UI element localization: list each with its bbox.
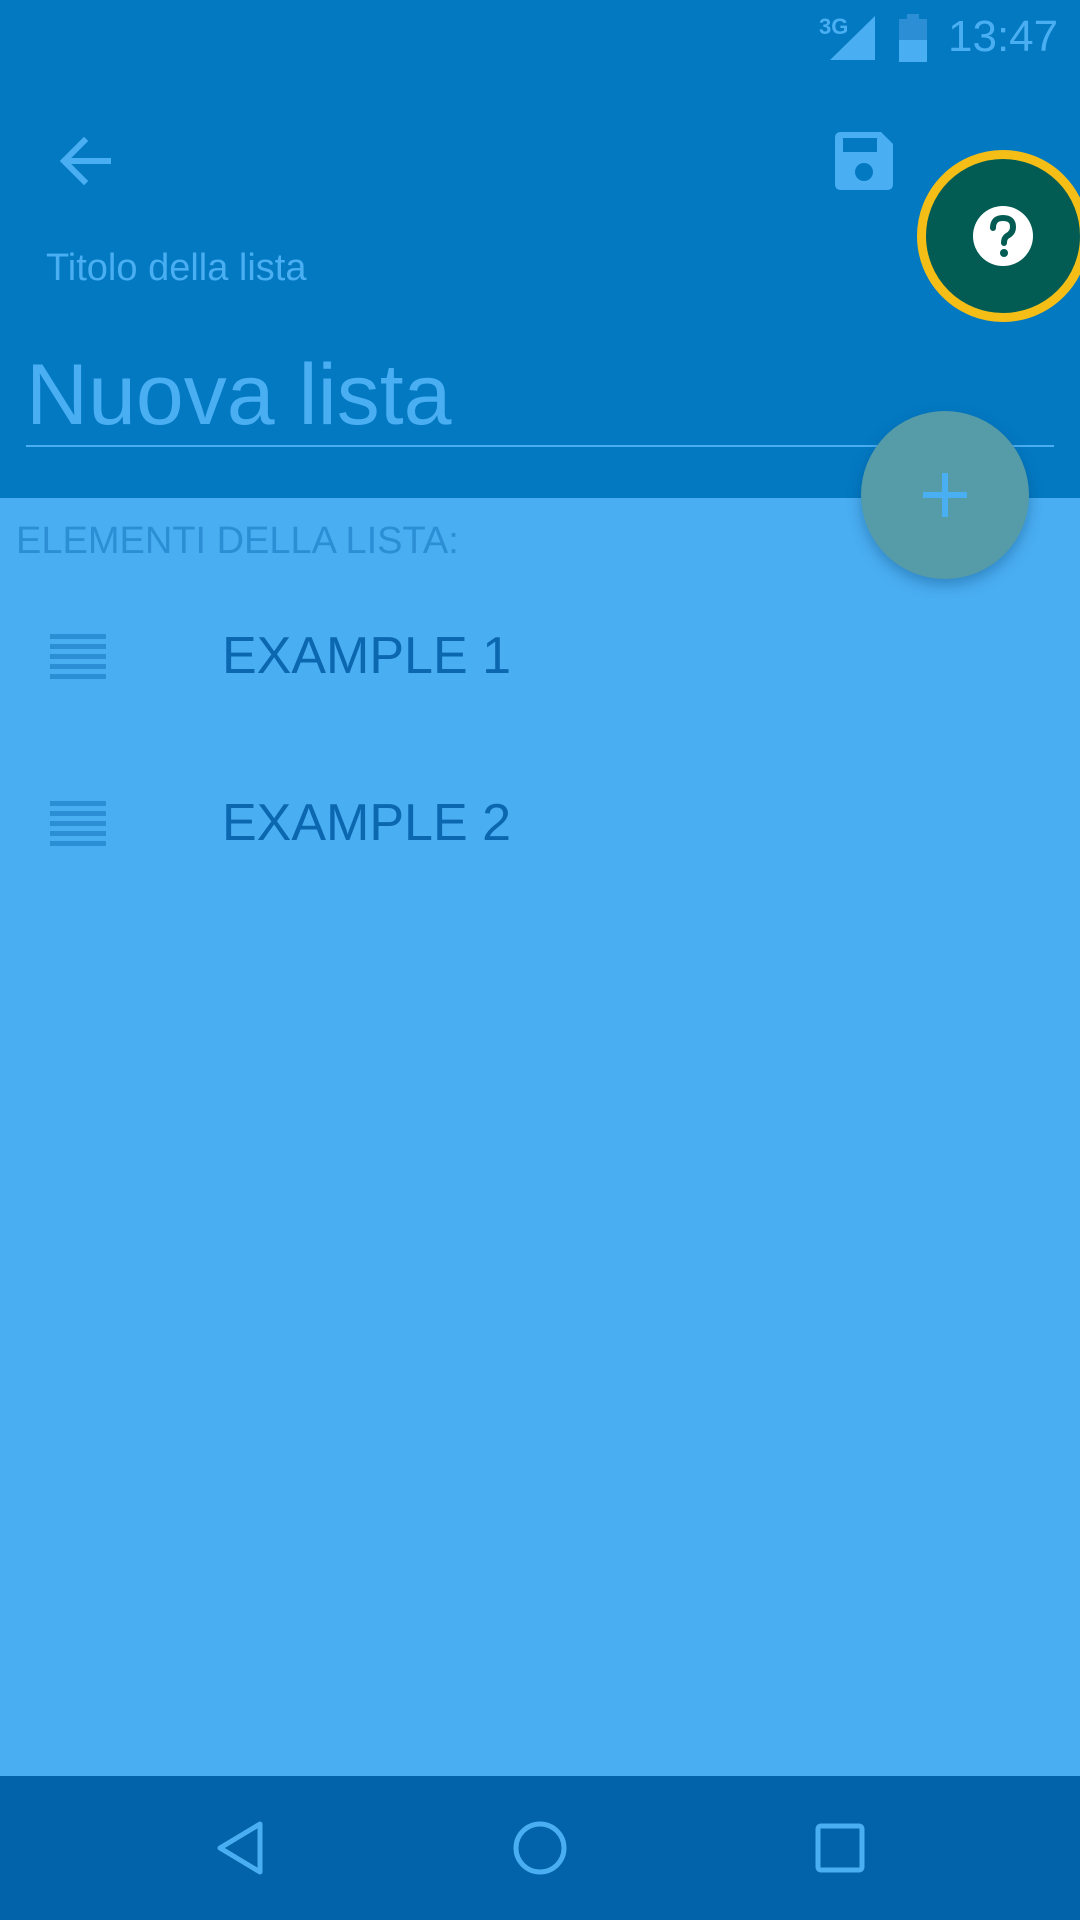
signal-icon [830, 16, 875, 60]
status-time: 13:47 [948, 12, 1059, 61]
back-button[interactable] [44, 121, 124, 201]
floppy-disk-icon [835, 132, 893, 190]
add-item-fab[interactable] [861, 411, 1029, 579]
battery-icon [899, 14, 927, 62]
help-button[interactable] [917, 150, 1080, 322]
plus-icon [923, 473, 967, 517]
list-item[interactable]: EXAMPLE 1 [0, 598, 1080, 718]
arrow-back-icon [59, 136, 111, 186]
drag-handle-icon[interactable] [50, 634, 106, 680]
drag-handle-icon[interactable] [50, 801, 106, 847]
list-item[interactable]: EXAMPLE 2 [0, 765, 1080, 885]
screen: 3G 13:47 Titolo della lista Nuova lista … [0, 0, 1080, 1920]
nav-back-triangle-icon [217, 1821, 263, 1875]
list-item-label: EXAMPLE 1 [222, 627, 512, 685]
title-field-label: Titolo della lista [46, 247, 307, 289]
system-nav-bar [0, 1776, 1080, 1920]
nav-back-button[interactable] [190, 1798, 290, 1898]
nav-recents-button[interactable] [790, 1798, 890, 1898]
nav-recents-square-icon [815, 1823, 865, 1873]
status-bar: 3G 13:47 [0, 0, 1080, 77]
nav-home-button[interactable] [490, 1798, 590, 1898]
nav-home-circle-icon [513, 1821, 567, 1875]
list-item-label: EXAMPLE 2 [222, 794, 512, 852]
list-section-header: ELEMENTI DELLA LISTA: [16, 520, 459, 562]
save-button[interactable] [824, 121, 904, 201]
help-circle-icon [973, 206, 1033, 266]
